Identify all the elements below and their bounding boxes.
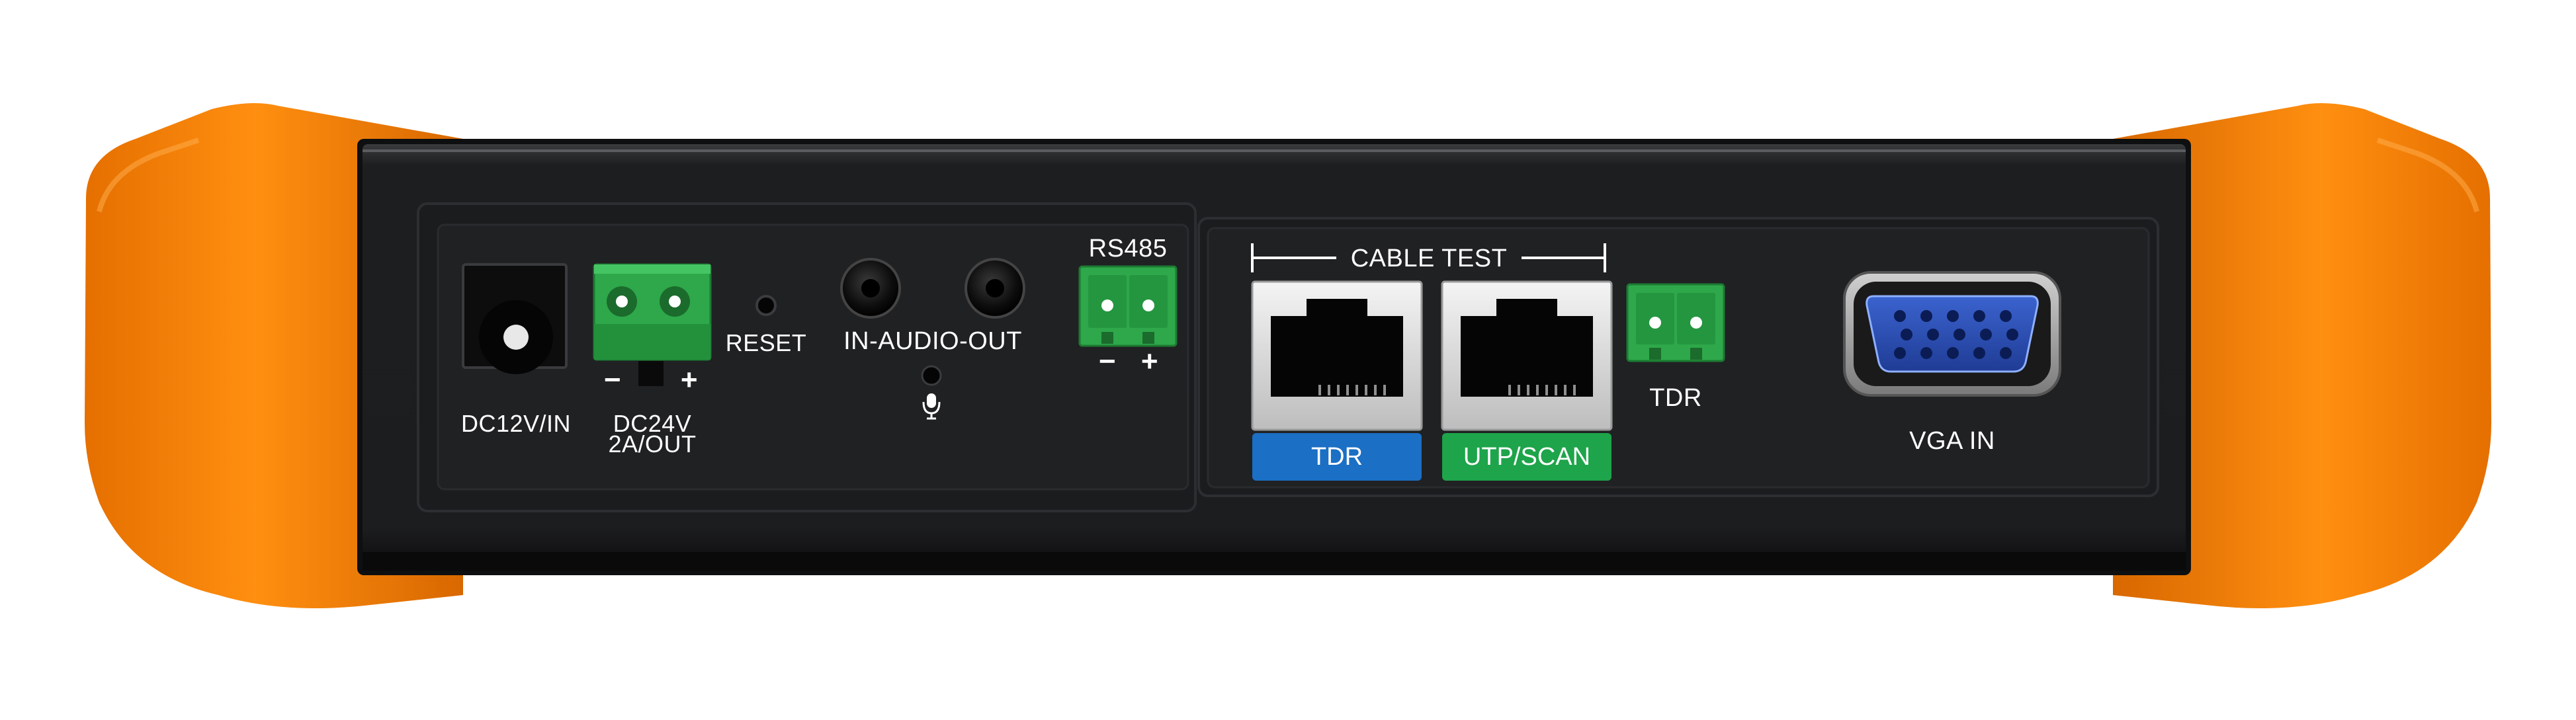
rj45-utp-scan-jack[interactable] bbox=[1441, 280, 1613, 431]
vga-connector[interactable] bbox=[1843, 271, 2061, 397]
dc-out-minus-label: − bbox=[603, 364, 622, 396]
utp-scan-tag: UTP/SCAN bbox=[1442, 433, 1611, 481]
rs485-label: RS485 bbox=[1088, 235, 1168, 262]
rs485-plus-label: + bbox=[1140, 345, 1159, 378]
tdr-terminal-label: TDR bbox=[1649, 384, 1702, 412]
audio-in-jack[interactable] bbox=[840, 258, 901, 319]
reset-label: RESET bbox=[725, 329, 807, 356]
mic-pinhole bbox=[921, 365, 942, 386]
audio-out-jack[interactable] bbox=[965, 258, 1025, 319]
rj45-tdr-jack[interactable] bbox=[1251, 280, 1423, 431]
tdr-tag: TDR bbox=[1252, 433, 1422, 481]
device-illustration bbox=[85, 103, 2491, 608]
dc-out-plus-label: + bbox=[680, 364, 699, 396]
cable-test-label: CABLE TEST bbox=[1350, 245, 1508, 272]
audio-label: IN-AUDIO-OUT bbox=[843, 327, 1022, 355]
tdr-terminal[interactable] bbox=[1626, 283, 1725, 362]
dc-power-jack[interactable] bbox=[462, 263, 568, 374]
dc-out-label-line2: 2A/OUT bbox=[608, 430, 697, 458]
reset-pinhole[interactable] bbox=[755, 295, 777, 316]
rs485-terminal[interactable] bbox=[1078, 265, 1178, 347]
device-rear-panel bbox=[0, 0, 2576, 720]
rs485-minus-label: − bbox=[1098, 345, 1117, 378]
vga-label: VGA IN bbox=[1909, 427, 1995, 455]
dc-in-label: DC12V/IN bbox=[460, 410, 572, 437]
